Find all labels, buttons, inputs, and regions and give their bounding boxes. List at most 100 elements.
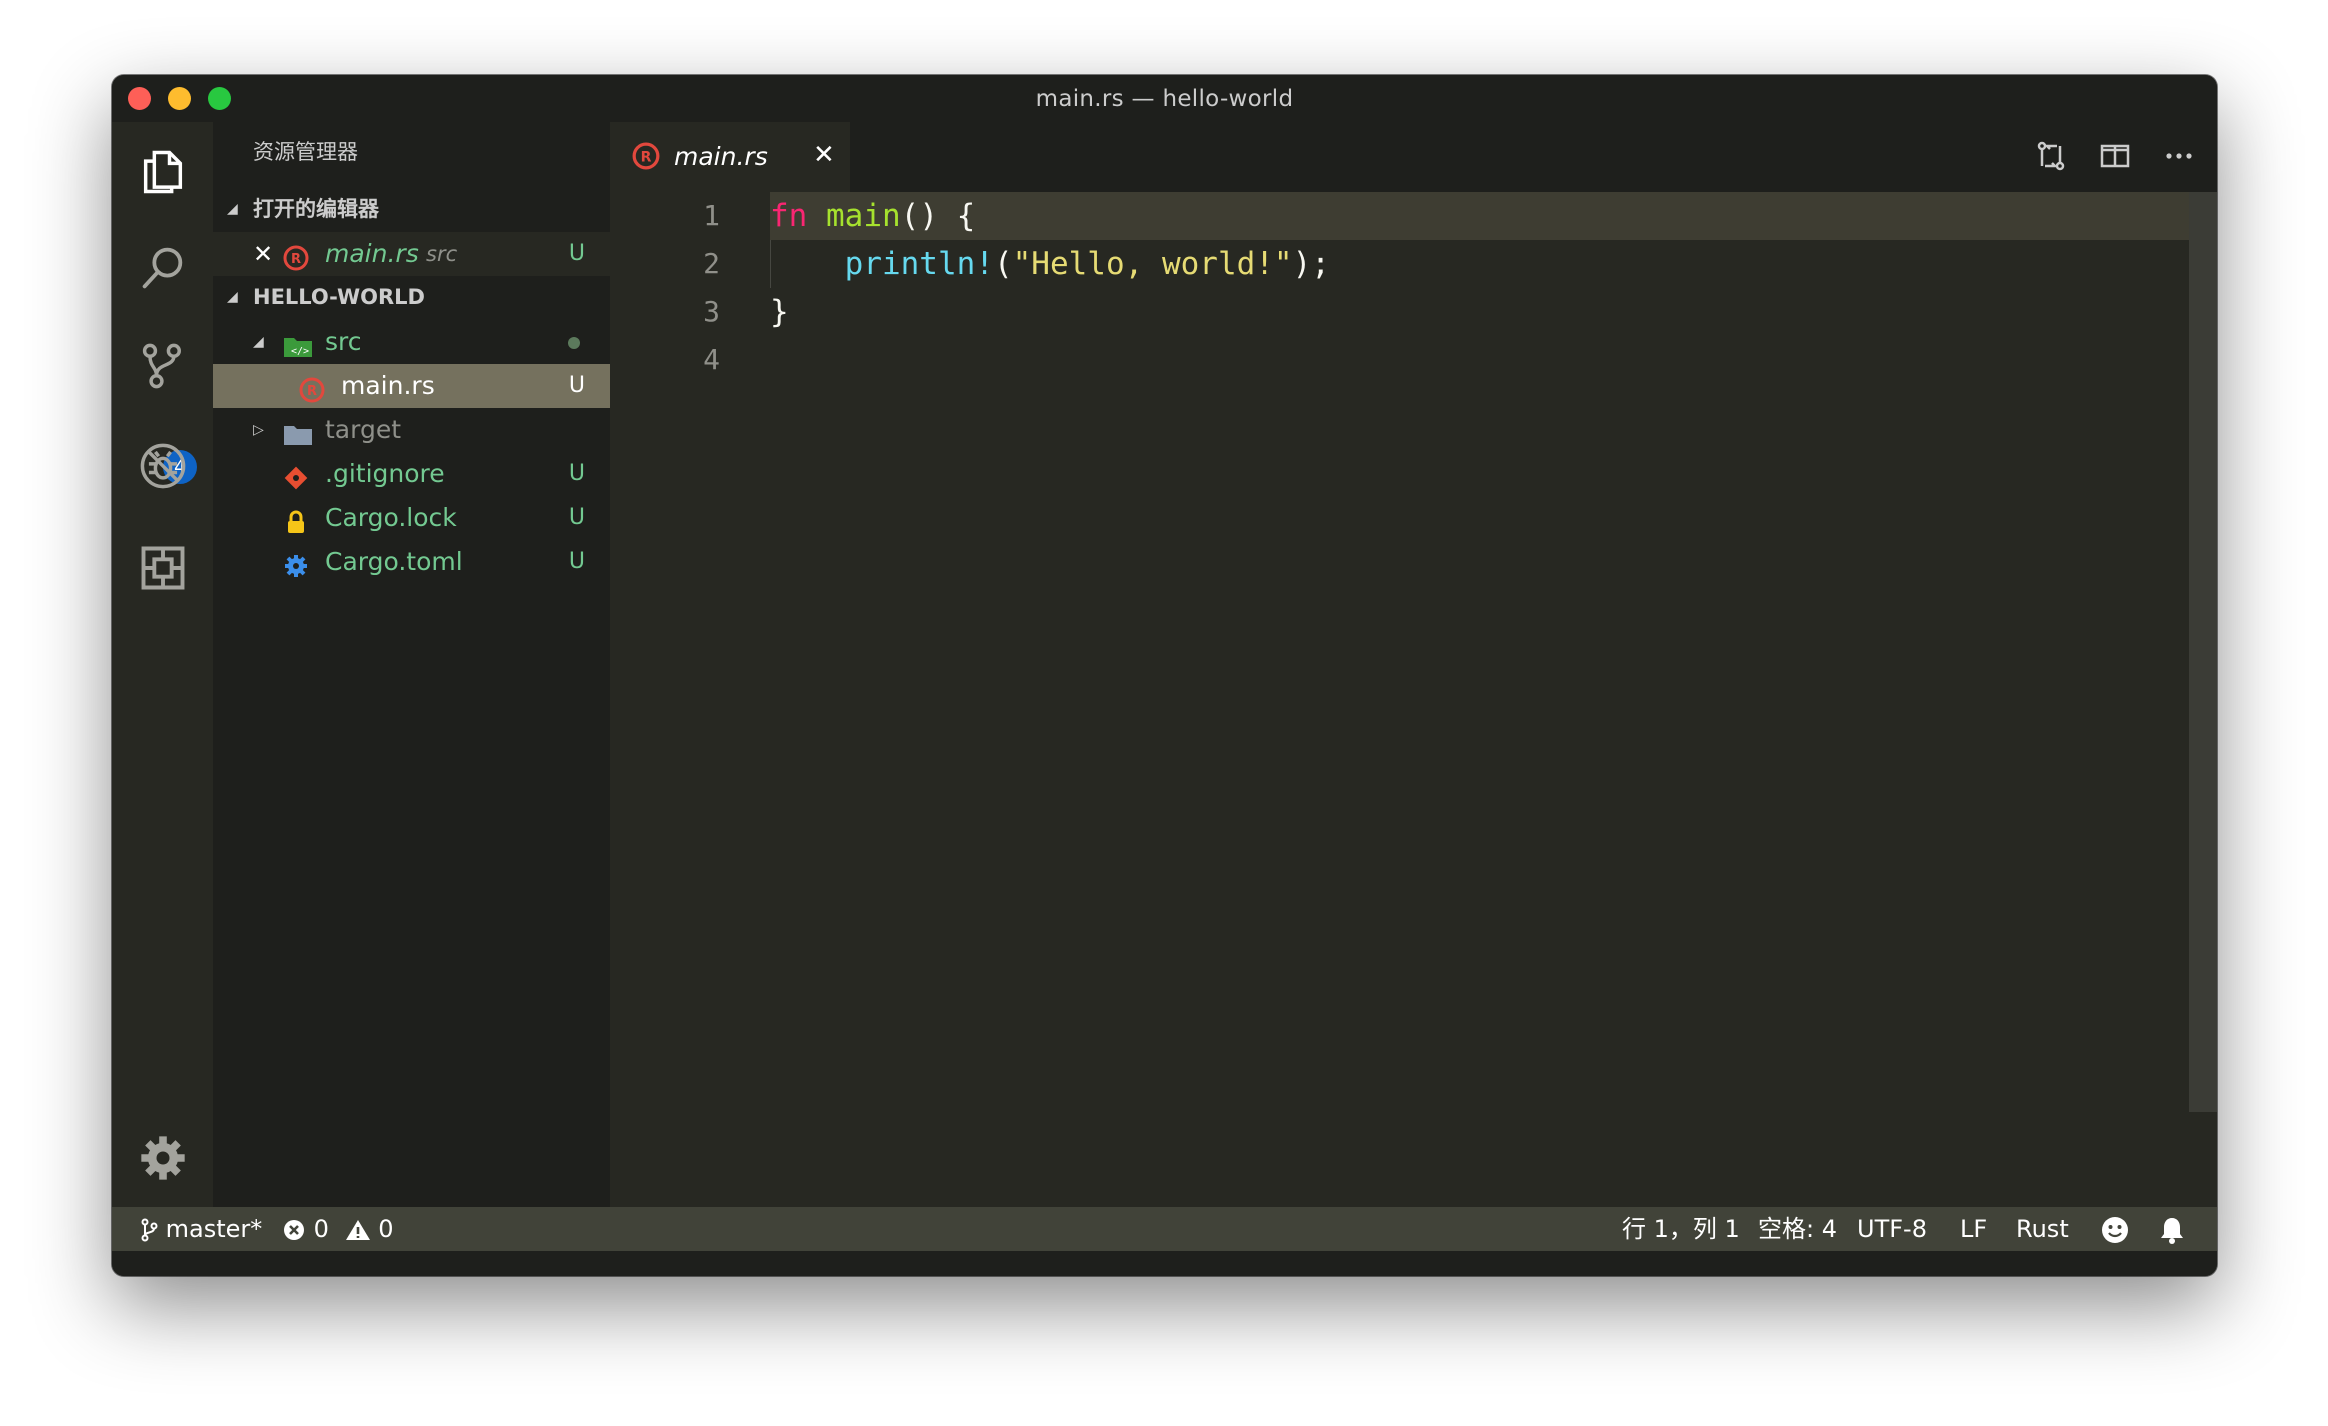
git-status: U	[568, 549, 585, 574]
line-number: 1	[703, 199, 720, 232]
source-control-icon[interactable]	[137, 340, 189, 392]
chevron-down-icon: ◢	[227, 201, 238, 217]
git-status: U	[568, 241, 585, 266]
git-status: U	[568, 373, 585, 398]
tree-folder-src[interactable]: ◢ </> src	[213, 320, 610, 364]
line-number: 3	[703, 295, 720, 328]
editor-tab-bar: R main.rs ✕	[610, 122, 2217, 192]
explorer-icon[interactable]	[137, 146, 189, 198]
settings-file-icon	[283, 549, 309, 577]
svg-text:</>: </>	[291, 346, 309, 357]
open-changes-icon[interactable]	[2033, 138, 2069, 174]
code-text: () {	[900, 198, 976, 234]
tab-label: main.rs	[674, 142, 768, 171]
extensions-icon[interactable]	[137, 542, 189, 594]
code-line-2[interactable]: println!("Hello, world!");	[770, 240, 1330, 288]
function-name: main	[826, 198, 901, 234]
chevron-down-icon: ◢	[227, 289, 238, 305]
encoding-status[interactable]: UTF-8	[1857, 1207, 1927, 1251]
title-bar: main.rs — hello-world	[112, 75, 2217, 122]
tree-item-label: Cargo.lock	[325, 503, 457, 532]
status-bar: master* 0 0 行 1，列 1 空格: 4 UTF-8 LF Rust	[112, 1207, 2217, 1251]
folder-src-icon: </>	[283, 329, 313, 357]
tree-file-gitignore[interactable]: .gitignore U	[213, 452, 610, 496]
more-actions-icon[interactable]	[2161, 138, 2197, 174]
error-icon	[282, 1215, 306, 1243]
problems-status[interactable]: 0 0	[282, 1207, 393, 1251]
search-icon[interactable]	[137, 242, 189, 294]
window-title: main.rs — hello-world	[1035, 85, 1294, 112]
modified-dot	[568, 337, 580, 349]
tree-file-main-rs[interactable]: R main.rs U	[213, 364, 610, 408]
git-status: U	[568, 505, 585, 530]
close-tab-icon[interactable]: ✕	[813, 140, 835, 170]
debug-icon[interactable]	[137, 440, 189, 492]
string-literal: "Hello, world!"	[1012, 246, 1293, 282]
chevron-right-icon: ▷	[253, 422, 264, 438]
svg-text:R: R	[291, 252, 301, 267]
maximize-window-button[interactable]	[208, 87, 231, 110]
feedback-smiley-icon[interactable]	[2100, 1207, 2130, 1251]
scrollbar-track	[2189, 1112, 2217, 1207]
project-label: HELLO-WORLD	[253, 285, 425, 309]
close-window-button[interactable]	[128, 87, 151, 110]
code-editor[interactable]: 1 fn main() { 2 println!("Hello, world!"…	[610, 192, 2217, 1207]
open-editor-folder: src	[426, 242, 458, 266]
explorer-sidebar: 资源管理器 ◢ 打开的编辑器 ✕ R main.rs src U ◢ HELLO…	[213, 122, 610, 1259]
git-file-icon	[283, 461, 309, 490]
open-editors-section[interactable]: ◢ 打开的编辑器	[213, 188, 610, 230]
warning-count: 0	[378, 1215, 394, 1243]
tree-item-label: target	[325, 415, 402, 444]
branch-status[interactable]: master*	[140, 1207, 262, 1251]
code-text: (	[993, 246, 1013, 282]
macro: println!	[844, 246, 994, 282]
minimize-window-button[interactable]	[168, 87, 191, 110]
line-number: 4	[703, 343, 720, 376]
tree-folder-target[interactable]: ▷ target	[213, 408, 610, 452]
folder-icon	[283, 417, 313, 445]
activity-bar: 4	[112, 122, 213, 1207]
sidebar-title: 资源管理器	[253, 140, 358, 164]
window-bottom	[112, 1251, 2217, 1276]
tree-item-label: Cargo.toml	[325, 547, 463, 576]
error-count: 0	[313, 1215, 329, 1243]
rust-file-icon: R	[299, 373, 325, 403]
lock-icon	[283, 505, 309, 533]
warning-icon	[345, 1215, 371, 1243]
line-number: 2	[703, 247, 720, 280]
close-icon[interactable]: ✕	[253, 232, 273, 276]
editor-scrollbar[interactable]	[2189, 192, 2217, 1112]
git-branch-icon	[140, 1215, 158, 1243]
branch-name: master*	[165, 1215, 263, 1243]
current-line-highlight	[770, 192, 2190, 240]
tree-item-label: main.rs	[341, 371, 435, 400]
tree-file-cargo-toml[interactable]: Cargo.toml U	[213, 540, 610, 584]
git-status: U	[568, 461, 585, 486]
window-controls	[128, 87, 231, 110]
open-editor-item[interactable]: ✕ R main.rs src U	[213, 232, 610, 276]
open-editor-filename: main.rs	[325, 239, 419, 268]
vscode-window: main.rs — hello-world 4 资源管理器 ◢ 打开的编辑器 ✕…	[112, 75, 2217, 1276]
chevron-down-icon: ◢	[253, 334, 264, 350]
tree-item-label: src	[325, 327, 362, 356]
tab-main-rs[interactable]: R main.rs ✕	[610, 122, 850, 192]
keyword: fn	[770, 198, 808, 234]
svg-text:R: R	[641, 149, 652, 165]
eol-status[interactable]: LF	[1960, 1207, 1987, 1251]
svg-text:R: R	[307, 384, 317, 399]
rust-file-icon: R	[283, 241, 309, 271]
rust-file-icon: R	[632, 142, 660, 170]
code-line-3[interactable]: }	[770, 288, 789, 336]
notification-bell-icon[interactable]	[2158, 1207, 2186, 1251]
cursor-position[interactable]: 行 1，列 1	[1622, 1207, 1740, 1251]
gear-icon[interactable]	[137, 1132, 189, 1184]
project-section[interactable]: ◢ HELLO-WORLD	[213, 276, 610, 318]
code-line-1[interactable]: fn main() {	[770, 192, 975, 240]
code-text: );	[1292, 246, 1330, 282]
open-editors-label: 打开的编辑器	[253, 197, 379, 221]
split-editor-icon[interactable]	[2097, 138, 2133, 174]
tree-file-cargo-lock[interactable]: Cargo.lock U	[213, 496, 610, 540]
language-mode[interactable]: Rust	[2016, 1207, 2069, 1251]
indentation-status[interactable]: 空格: 4	[1758, 1207, 1837, 1251]
